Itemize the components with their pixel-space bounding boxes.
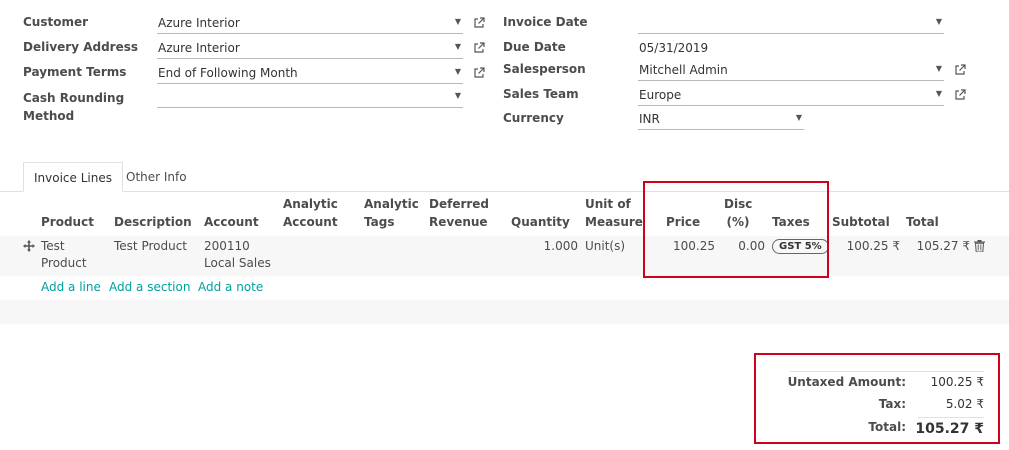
col-uom-line2: Measure [585, 215, 643, 229]
col-deferred-line1: Deferred [429, 197, 490, 211]
currency-field[interactable]: INR ▼ [638, 108, 804, 130]
col-analytic-account[interactable]: Analytic Account [283, 195, 338, 231]
delivery-address-value: Azure Interior [158, 41, 240, 55]
payment-terms-value: End of Following Month [158, 66, 298, 80]
cell-total: 105.27 ₹ [916, 239, 970, 253]
salesperson-value: Mitchell Admin [639, 63, 728, 77]
customer-field[interactable]: Azure Interior ▼ [157, 12, 463, 34]
col-product[interactable]: Product [41, 213, 94, 231]
cell-subtotal: 100.25 ₹ [846, 239, 900, 253]
drag-handle-icon[interactable] [23, 240, 35, 252]
add-line-link[interactable]: Add a line [41, 280, 101, 294]
customer-value: Azure Interior [158, 16, 240, 30]
cell-quantity[interactable]: 1.000 [520, 238, 578, 255]
due-date-field: 05/31/2019 [638, 37, 944, 59]
chevron-down-icon[interactable]: ▼ [936, 64, 942, 73]
cell-product[interactable]: Test Product [41, 238, 87, 272]
currency-label: Currency [503, 111, 564, 125]
sales-team-label: Sales Team [503, 87, 579, 101]
due-date-value: 05/31/2019 [639, 41, 709, 55]
cell-account-line1: 200110 [204, 239, 250, 253]
payment-terms-field[interactable]: End of Following Month ▼ [157, 62, 463, 84]
external-link-icon[interactable] [473, 42, 485, 54]
notebook-tabs: Invoice Lines Other Info [0, 162, 1009, 192]
invoice-date-label: Invoice Date [503, 15, 588, 29]
chevron-down-icon[interactable]: ▼ [455, 17, 461, 26]
col-analytic-account-line2: Account [283, 215, 338, 229]
chevron-down-icon[interactable]: ▼ [455, 67, 461, 76]
delivery-address-field[interactable]: Azure Interior ▼ [157, 37, 463, 59]
cell-product-line1: Test [41, 239, 65, 253]
add-note-link[interactable]: Add a note [198, 280, 263, 294]
currency-value: INR [639, 112, 660, 126]
col-analytic-account-line1: Analytic [283, 197, 338, 211]
col-account[interactable]: Account [204, 213, 259, 231]
cell-account-line2: Local Sales [204, 256, 271, 270]
chevron-down-icon[interactable]: ▼ [796, 113, 802, 122]
salesperson-field[interactable]: Mitchell Admin ▼ [638, 59, 944, 81]
cash-rounding-label-line1: Cash Rounding [23, 91, 125, 105]
external-link-icon[interactable] [473, 67, 485, 79]
cash-rounding-field[interactable]: ▼ [157, 86, 463, 108]
chevron-down-icon[interactable]: ▼ [455, 91, 461, 100]
col-total[interactable]: Total [906, 213, 939, 231]
trash-icon[interactable] [974, 240, 985, 252]
col-quantity[interactable]: Quantity [511, 213, 570, 231]
sales-team-value: Europe [639, 88, 682, 102]
cell-product-line2: Product [41, 256, 87, 270]
cash-rounding-label-line2: Method [23, 109, 75, 123]
external-link-icon[interactable] [954, 89, 966, 101]
col-analytic-tags-line2: Tags [364, 215, 395, 229]
col-uom[interactable]: Unit of Measure [585, 195, 643, 231]
due-date-label: Due Date [503, 40, 566, 54]
cell-uom[interactable]: Unit(s) [585, 238, 625, 255]
tab-other-info[interactable]: Other Info [116, 162, 197, 192]
highlight-box-totals [754, 353, 1000, 444]
highlight-box-price-disc-taxes [643, 181, 829, 278]
col-subtotal[interactable]: Subtotal [832, 213, 890, 231]
chevron-down-icon[interactable]: ▼ [936, 89, 942, 98]
cell-account[interactable]: 200110 Local Sales [204, 238, 271, 272]
chevron-down-icon[interactable]: ▼ [455, 42, 461, 51]
table-filler-row [0, 300, 1009, 324]
customer-label: Customer [23, 15, 89, 29]
sales-team-field[interactable]: Europe ▼ [638, 84, 944, 106]
external-link-icon[interactable] [954, 64, 966, 76]
salesperson-label: Salesperson [503, 62, 586, 76]
col-description[interactable]: Description [114, 213, 192, 231]
delivery-address-label: Delivery Address [23, 40, 139, 54]
col-uom-line1: Unit of [585, 197, 631, 211]
external-link-icon[interactable] [473, 17, 485, 29]
tab-invoice-lines[interactable]: Invoice Lines [23, 162, 123, 192]
col-analytic-tags-line1: Analytic [364, 197, 419, 211]
payment-terms-label: Payment Terms [23, 65, 127, 79]
invoice-date-field[interactable]: ▼ [638, 12, 944, 34]
col-analytic-tags[interactable]: Analytic Tags [364, 195, 419, 231]
cell-description[interactable]: Test Product [114, 238, 187, 255]
col-deferred-revenue[interactable]: Deferred Revenue [429, 195, 489, 231]
add-section-link[interactable]: Add a section [109, 280, 190, 294]
col-deferred-line2: Revenue [429, 215, 488, 229]
cash-rounding-label: Cash Rounding Method [23, 89, 124, 125]
chevron-down-icon[interactable]: ▼ [936, 17, 942, 26]
